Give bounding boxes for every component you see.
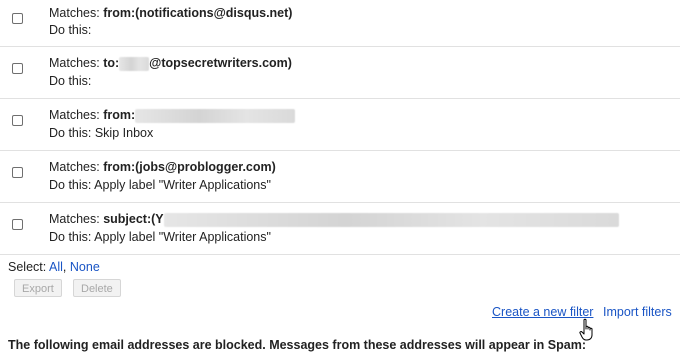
filter-action: Do this: Apply label "Writer Application… bbox=[49, 178, 271, 192]
filter-criteria: subject:(Y bbox=[103, 212, 164, 226]
matches-label: Matches: bbox=[49, 160, 104, 174]
filter-list: Matches: from:(notifications@disqus.net)… bbox=[0, 0, 680, 255]
create-filter-link[interactable]: Create a new filter bbox=[492, 305, 593, 319]
select-all-link[interactable]: All bbox=[49, 260, 63, 274]
filter-row[interactable]: Matches: from:(jobs@problogger.com) Do t… bbox=[0, 151, 680, 203]
filter-checkbox[interactable] bbox=[12, 167, 23, 178]
redacted-text bbox=[163, 212, 619, 227]
matches-label: Matches: bbox=[49, 212, 104, 226]
export-button[interactable]: Export bbox=[14, 279, 62, 297]
filter-criteria: to: bbox=[103, 56, 120, 70]
filter-row[interactable]: Matches: from:(notifications@disqus.net)… bbox=[0, 0, 680, 47]
filter-criteria: from:(jobs@problogger.com) bbox=[103, 160, 276, 174]
delete-button[interactable]: Delete bbox=[73, 279, 121, 297]
filter-matches: Matches: from: bbox=[49, 108, 296, 123]
filter-matches: Matches: to: @topsecretwriters.com) bbox=[49, 56, 292, 71]
blocked-notice: The following email addresses are blocke… bbox=[8, 338, 586, 352]
filter-criteria: from:(notifications@disqus.net) bbox=[103, 6, 293, 20]
filter-action: Do this: bbox=[49, 74, 92, 88]
filter-checkbox[interactable] bbox=[12, 219, 23, 230]
filter-row[interactable]: Matches: subject:(Y Do this: Apply label… bbox=[0, 203, 680, 255]
filter-action: Do this: bbox=[49, 23, 92, 37]
matches-label: Matches: bbox=[49, 108, 104, 122]
filter-checkbox[interactable] bbox=[12, 63, 23, 74]
filter-action: Do this: Apply label "Writer Application… bbox=[49, 230, 271, 244]
filter-matches: Matches: from:(notifications@disqus.net) bbox=[49, 6, 292, 20]
filter-action: Do this: Skip Inbox bbox=[49, 126, 154, 140]
import-filters-link[interactable]: Import filters bbox=[603, 305, 672, 319]
matches-label: Matches: bbox=[49, 56, 104, 70]
filter-row[interactable]: Matches: from: Do this: Skip Inbox bbox=[0, 99, 680, 151]
redacted-text bbox=[119, 56, 150, 71]
filter-criteria: from: bbox=[103, 108, 136, 122]
filter-criteria-suffix: @topsecretwriters.com) bbox=[149, 56, 292, 70]
select-label: Select: bbox=[8, 260, 47, 274]
filter-matches: Matches: subject:(Y bbox=[49, 212, 619, 227]
select-controls: Select: All, None bbox=[8, 260, 100, 274]
filter-row[interactable]: Matches: to: @topsecretwriters.com) Do th… bbox=[0, 47, 680, 99]
select-none-link[interactable]: None bbox=[70, 260, 100, 274]
redacted-text bbox=[135, 108, 296, 123]
filter-checkbox[interactable] bbox=[12, 115, 23, 126]
filter-matches: Matches: from:(jobs@problogger.com) bbox=[49, 160, 276, 174]
matches-label: Matches: bbox=[49, 6, 104, 20]
filter-checkbox[interactable] bbox=[12, 13, 23, 24]
select-separator: , bbox=[62, 260, 67, 274]
